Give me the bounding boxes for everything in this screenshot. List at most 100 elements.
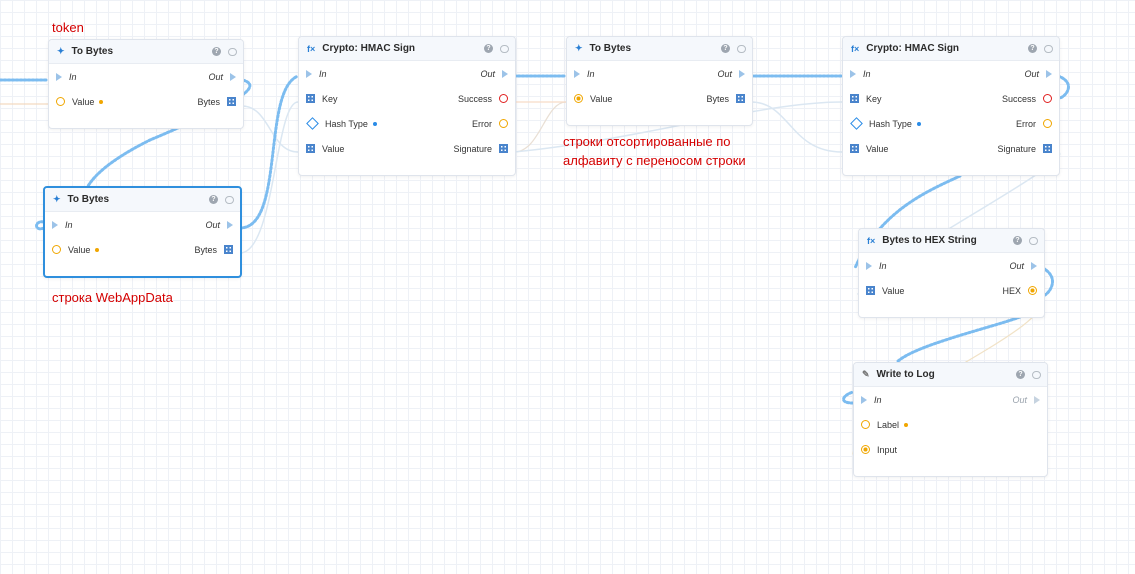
function-kind-icon: ✦: [53, 194, 61, 204]
pin-label-in: In: [879, 260, 887, 271]
fx-icon: f×: [851, 43, 860, 54]
exec-out-pin[interactable]: [1034, 395, 1040, 404]
comment-icon[interactable]: [228, 47, 237, 56]
comment-icon[interactable]: [737, 44, 746, 53]
comment-icon[interactable]: [1044, 44, 1053, 53]
bytes-out-pin[interactable]: [736, 94, 745, 103]
comment-icon[interactable]: [225, 195, 234, 204]
label-in-pin[interactable]: [861, 420, 870, 429]
hash-type-in-pin[interactable]: [850, 117, 863, 130]
node-title: To Bytes: [71, 46, 114, 57]
node-header[interactable]: f× Bytes to HEX String ?: [859, 229, 1044, 253]
value-in-pin[interactable]: [866, 286, 875, 295]
node-title: To Bytes: [67, 194, 110, 205]
node-header[interactable]: f× Crypto: HMAC Sign ?: [299, 37, 515, 61]
node-bytes-to-hex[interactable]: f× Bytes to HEX String ? In Out Value HE…: [858, 228, 1045, 318]
help-icon[interactable]: ?: [1016, 370, 1025, 379]
value-in-pin[interactable]: [56, 97, 65, 106]
pin-label-hash-type: Hash Type: [869, 118, 912, 129]
pin-label-hash-type: Hash Type: [325, 118, 368, 129]
node-to-bytes-sorted[interactable]: ✦ To Bytes ? In Out Value Bytes: [566, 36, 753, 126]
key-in-pin[interactable]: [850, 94, 859, 103]
signature-out-pin[interactable]: [499, 144, 508, 153]
node-header[interactable]: ✎ Write to Log ?: [854, 363, 1047, 387]
pin-label-signature: Signature: [453, 143, 492, 154]
node-to-bytes-webappdata[interactable]: ✦ To Bytes ? In Out Value Bytes: [43, 186, 242, 278]
note-sorted-line1: строки отсортированные по: [563, 134, 731, 149]
note-token: token: [52, 20, 84, 35]
pin-label-label: Label: [877, 419, 900, 430]
exec-out-pin[interactable]: [1031, 261, 1037, 270]
help-icon[interactable]: ?: [1013, 236, 1022, 245]
pin-label-in: In: [65, 219, 73, 230]
exec-out-pin[interactable]: [502, 69, 508, 78]
pin-label-out: Out: [205, 219, 220, 230]
node-hmac-sign-2[interactable]: f× Crypto: HMAC Sign ? In Out Key Succes…: [842, 36, 1060, 176]
value-in-pin[interactable]: [850, 144, 859, 153]
exec-out-pin[interactable]: [1046, 69, 1052, 78]
node-to-bytes-token[interactable]: ✦ To Bytes ? In Out Value Bytes: [48, 39, 244, 129]
bytes-out-pin[interactable]: [224, 245, 233, 254]
comment-icon[interactable]: [1029, 236, 1038, 245]
node-title: Crypto: HMAC Sign: [866, 43, 960, 54]
node-title: Bytes to HEX String: [882, 235, 977, 246]
fx-icon: f×: [307, 43, 316, 54]
help-icon[interactable]: ?: [212, 47, 221, 56]
pin-label-value: Value: [68, 244, 91, 255]
exec-in-pin[interactable]: [850, 69, 856, 78]
help-icon[interactable]: ?: [1028, 44, 1037, 53]
pin-label-error: Error: [472, 118, 492, 129]
node-header[interactable]: ✦ To Bytes ?: [45, 188, 240, 212]
pin-label-value: Value: [72, 96, 95, 107]
pin-label-in: In: [874, 394, 882, 405]
exec-wire: [238, 74, 300, 230]
exec-out-pin[interactable]: [227, 220, 233, 229]
value-in-pin[interactable]: [52, 245, 61, 254]
comment-icon[interactable]: [1032, 370, 1041, 379]
data-wire: [513, 101, 567, 153]
help-icon[interactable]: ?: [721, 44, 730, 53]
comment-icon[interactable]: [500, 44, 509, 53]
exec-in-pin[interactable]: [574, 69, 580, 78]
help-icon[interactable]: ?: [209, 195, 218, 204]
exec-in-pin[interactable]: [306, 69, 312, 78]
signature-out-pin[interactable]: [1043, 144, 1052, 153]
exec-in-pin[interactable]: [52, 220, 58, 229]
note-sorted-strings: строки отсортированные по алфавиту с пер…: [563, 132, 746, 170]
note-sorted-line2: алфавиту с переносом строки: [563, 153, 746, 168]
error-out-pin[interactable]: [1043, 119, 1052, 128]
node-header[interactable]: ✦ To Bytes ?: [49, 40, 243, 64]
pin-label-out: Out: [208, 71, 223, 82]
node-header[interactable]: ✦ To Bytes ?: [567, 37, 752, 61]
success-out-pin[interactable]: [1043, 94, 1052, 103]
exec-in-pin[interactable]: [861, 395, 867, 404]
node-hmac-sign-1[interactable]: f× Crypto: HMAC Sign ? In Out Key Succes…: [298, 36, 516, 176]
node-title: Write to Log: [876, 369, 935, 380]
fx-icon: f×: [867, 235, 876, 246]
pin-label-bytes: Bytes: [197, 96, 220, 107]
error-out-pin[interactable]: [499, 119, 508, 128]
pin-label-signature: Signature: [997, 143, 1036, 154]
hex-out-pin[interactable]: [1028, 286, 1037, 295]
bytes-out-pin[interactable]: [227, 97, 236, 106]
pin-label-bytes: Bytes: [706, 93, 729, 104]
required-dot: [372, 121, 377, 126]
exec-in-pin[interactable]: [866, 261, 872, 270]
input-in-pin[interactable]: [861, 445, 870, 454]
exec-out-pin[interactable]: [230, 72, 236, 81]
value-in-pin[interactable]: [574, 94, 583, 103]
exec-out-pin[interactable]: [739, 69, 745, 78]
key-in-pin[interactable]: [306, 94, 315, 103]
pin-label-value: Value: [590, 93, 613, 104]
node-header[interactable]: f× Crypto: HMAC Sign ?: [843, 37, 1059, 61]
help-icon[interactable]: ?: [484, 44, 493, 53]
pin-label-success: Success: [457, 93, 492, 104]
hash-type-in-pin[interactable]: [306, 117, 319, 130]
required-dot: [916, 121, 921, 126]
value-in-pin[interactable]: [306, 144, 315, 153]
exec-in-pin[interactable]: [56, 72, 62, 81]
pin-label-success: Success: [1001, 93, 1036, 104]
success-out-pin[interactable]: [499, 94, 508, 103]
node-write-to-log[interactable]: ✎ Write to Log ? In Out Label Input: [853, 362, 1048, 477]
pin-label-error: Error: [1016, 118, 1036, 129]
